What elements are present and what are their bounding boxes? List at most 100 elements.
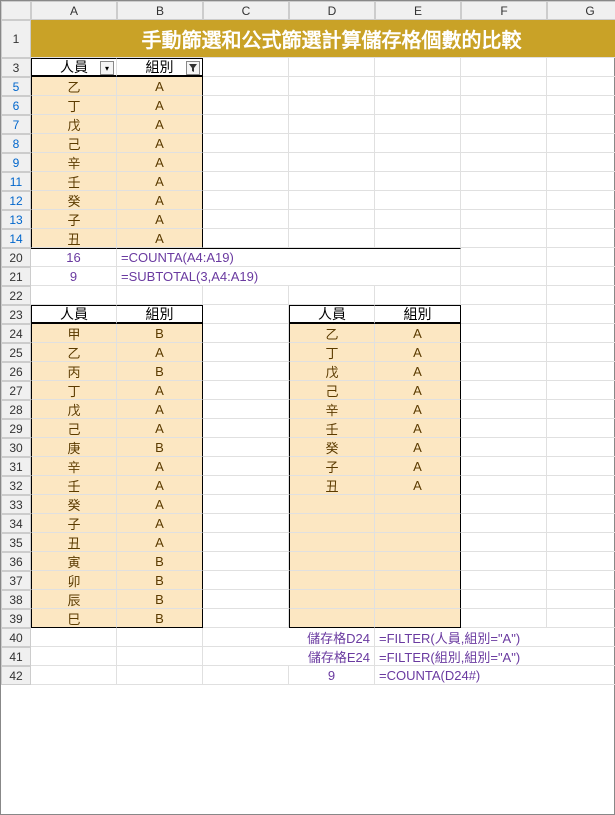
row-header[interactable]: 12 bbox=[1, 191, 31, 210]
empty bbox=[375, 229, 461, 248]
row-header[interactable]: 14 bbox=[1, 229, 31, 248]
row-header[interactable]: 11 bbox=[1, 172, 31, 191]
empty bbox=[547, 552, 615, 571]
empty bbox=[547, 267, 615, 286]
empty bbox=[547, 419, 615, 438]
corner[interactable] bbox=[1, 1, 31, 20]
person-cell: 丁 bbox=[31, 381, 117, 400]
empty bbox=[289, 191, 375, 210]
col-header[interactable]: F bbox=[461, 1, 547, 20]
empty bbox=[203, 153, 289, 172]
empty bbox=[461, 362, 547, 381]
empty bbox=[547, 248, 615, 267]
header-group[interactable]: 組別 bbox=[117, 58, 203, 77]
row-header[interactable]: 36 bbox=[1, 552, 31, 571]
empty bbox=[31, 647, 117, 666]
empty bbox=[375, 58, 461, 77]
empty bbox=[461, 571, 547, 590]
row-header[interactable]: 38 bbox=[1, 590, 31, 609]
row-header[interactable]: 21 bbox=[1, 267, 31, 286]
row-header[interactable]: 13 bbox=[1, 210, 31, 229]
row-header[interactable]: 30 bbox=[1, 438, 31, 457]
col-header[interactable]: G bbox=[547, 1, 615, 20]
row-header[interactable]: 41 bbox=[1, 647, 31, 666]
empty bbox=[547, 362, 615, 381]
row-header[interactable]: 29 bbox=[1, 419, 31, 438]
empty-highlight bbox=[375, 609, 461, 628]
empty bbox=[461, 229, 547, 248]
row-header[interactable]: 34 bbox=[1, 514, 31, 533]
empty bbox=[461, 153, 547, 172]
label-d24: 儲存格D24 bbox=[203, 628, 375, 647]
group-cell: A bbox=[117, 343, 203, 362]
row-header[interactable]: 28 bbox=[1, 400, 31, 419]
row-header[interactable]: 8 bbox=[1, 134, 31, 153]
person-cell: 乙 bbox=[289, 324, 375, 343]
empty bbox=[461, 457, 547, 476]
row-header[interactable]: 32 bbox=[1, 476, 31, 495]
empty bbox=[547, 343, 615, 362]
filter-dropdown-icon[interactable]: ▾ bbox=[100, 61, 114, 75]
row-header[interactable]: 26 bbox=[1, 362, 31, 381]
row-header[interactable]: 1 bbox=[1, 20, 31, 58]
person-cell: 巳 bbox=[31, 609, 117, 628]
empty bbox=[289, 77, 375, 96]
empty bbox=[547, 191, 615, 210]
empty bbox=[547, 77, 615, 96]
empty-highlight bbox=[289, 590, 375, 609]
row-header[interactable]: 35 bbox=[1, 533, 31, 552]
empty bbox=[461, 343, 547, 362]
group-cell: A bbox=[375, 343, 461, 362]
empty bbox=[31, 666, 117, 685]
person-cell: 己 bbox=[31, 134, 117, 153]
row-header[interactable]: 31 bbox=[1, 457, 31, 476]
person-cell: 子 bbox=[31, 514, 117, 533]
person-cell: 壬 bbox=[289, 419, 375, 438]
page-title: 手動篩選和公式篩選計算儲存格個數的比較 bbox=[31, 20, 615, 58]
empty bbox=[375, 153, 461, 172]
row-header[interactable]: 24 bbox=[1, 324, 31, 343]
group-cell: A bbox=[375, 400, 461, 419]
row-header[interactable]: 27 bbox=[1, 381, 31, 400]
empty bbox=[547, 476, 615, 495]
row-header[interactable]: 7 bbox=[1, 115, 31, 134]
col-header[interactable]: A bbox=[31, 1, 117, 20]
row-header[interactable]: 6 bbox=[1, 96, 31, 115]
empty bbox=[461, 514, 547, 533]
row-header[interactable]: 40 bbox=[1, 628, 31, 647]
empty bbox=[547, 153, 615, 172]
row-header[interactable]: 42 bbox=[1, 666, 31, 685]
row-header[interactable]: 23 bbox=[1, 305, 31, 324]
col-header[interactable]: C bbox=[203, 1, 289, 20]
row-header[interactable]: 3 bbox=[1, 58, 31, 77]
group-cell: A bbox=[117, 533, 203, 552]
col-header[interactable]: E bbox=[375, 1, 461, 20]
filter-active-icon[interactable] bbox=[186, 61, 200, 75]
col-header[interactable]: D bbox=[289, 1, 375, 20]
empty bbox=[203, 590, 289, 609]
row-header[interactable]: 33 bbox=[1, 495, 31, 514]
row-header[interactable]: 22 bbox=[1, 286, 31, 305]
person-cell: 甲 bbox=[31, 324, 117, 343]
group-cell: A bbox=[375, 438, 461, 457]
empty bbox=[289, 115, 375, 134]
row-header[interactable]: 37 bbox=[1, 571, 31, 590]
empty bbox=[203, 400, 289, 419]
header-person[interactable]: 人員▾ bbox=[31, 58, 117, 77]
empty-highlight bbox=[289, 609, 375, 628]
empty bbox=[461, 495, 547, 514]
empty bbox=[461, 476, 547, 495]
person-cell: 辛 bbox=[31, 153, 117, 172]
row-header[interactable]: 25 bbox=[1, 343, 31, 362]
row-header[interactable]: 5 bbox=[1, 77, 31, 96]
row-header[interactable]: 9 bbox=[1, 153, 31, 172]
group-cell: B bbox=[117, 438, 203, 457]
empty bbox=[203, 609, 289, 628]
empty bbox=[203, 115, 289, 134]
empty bbox=[547, 571, 615, 590]
row-header[interactable]: 39 bbox=[1, 609, 31, 628]
empty bbox=[375, 210, 461, 229]
row-header[interactable]: 20 bbox=[1, 248, 31, 267]
empty bbox=[203, 229, 289, 248]
col-header[interactable]: B bbox=[117, 1, 203, 20]
